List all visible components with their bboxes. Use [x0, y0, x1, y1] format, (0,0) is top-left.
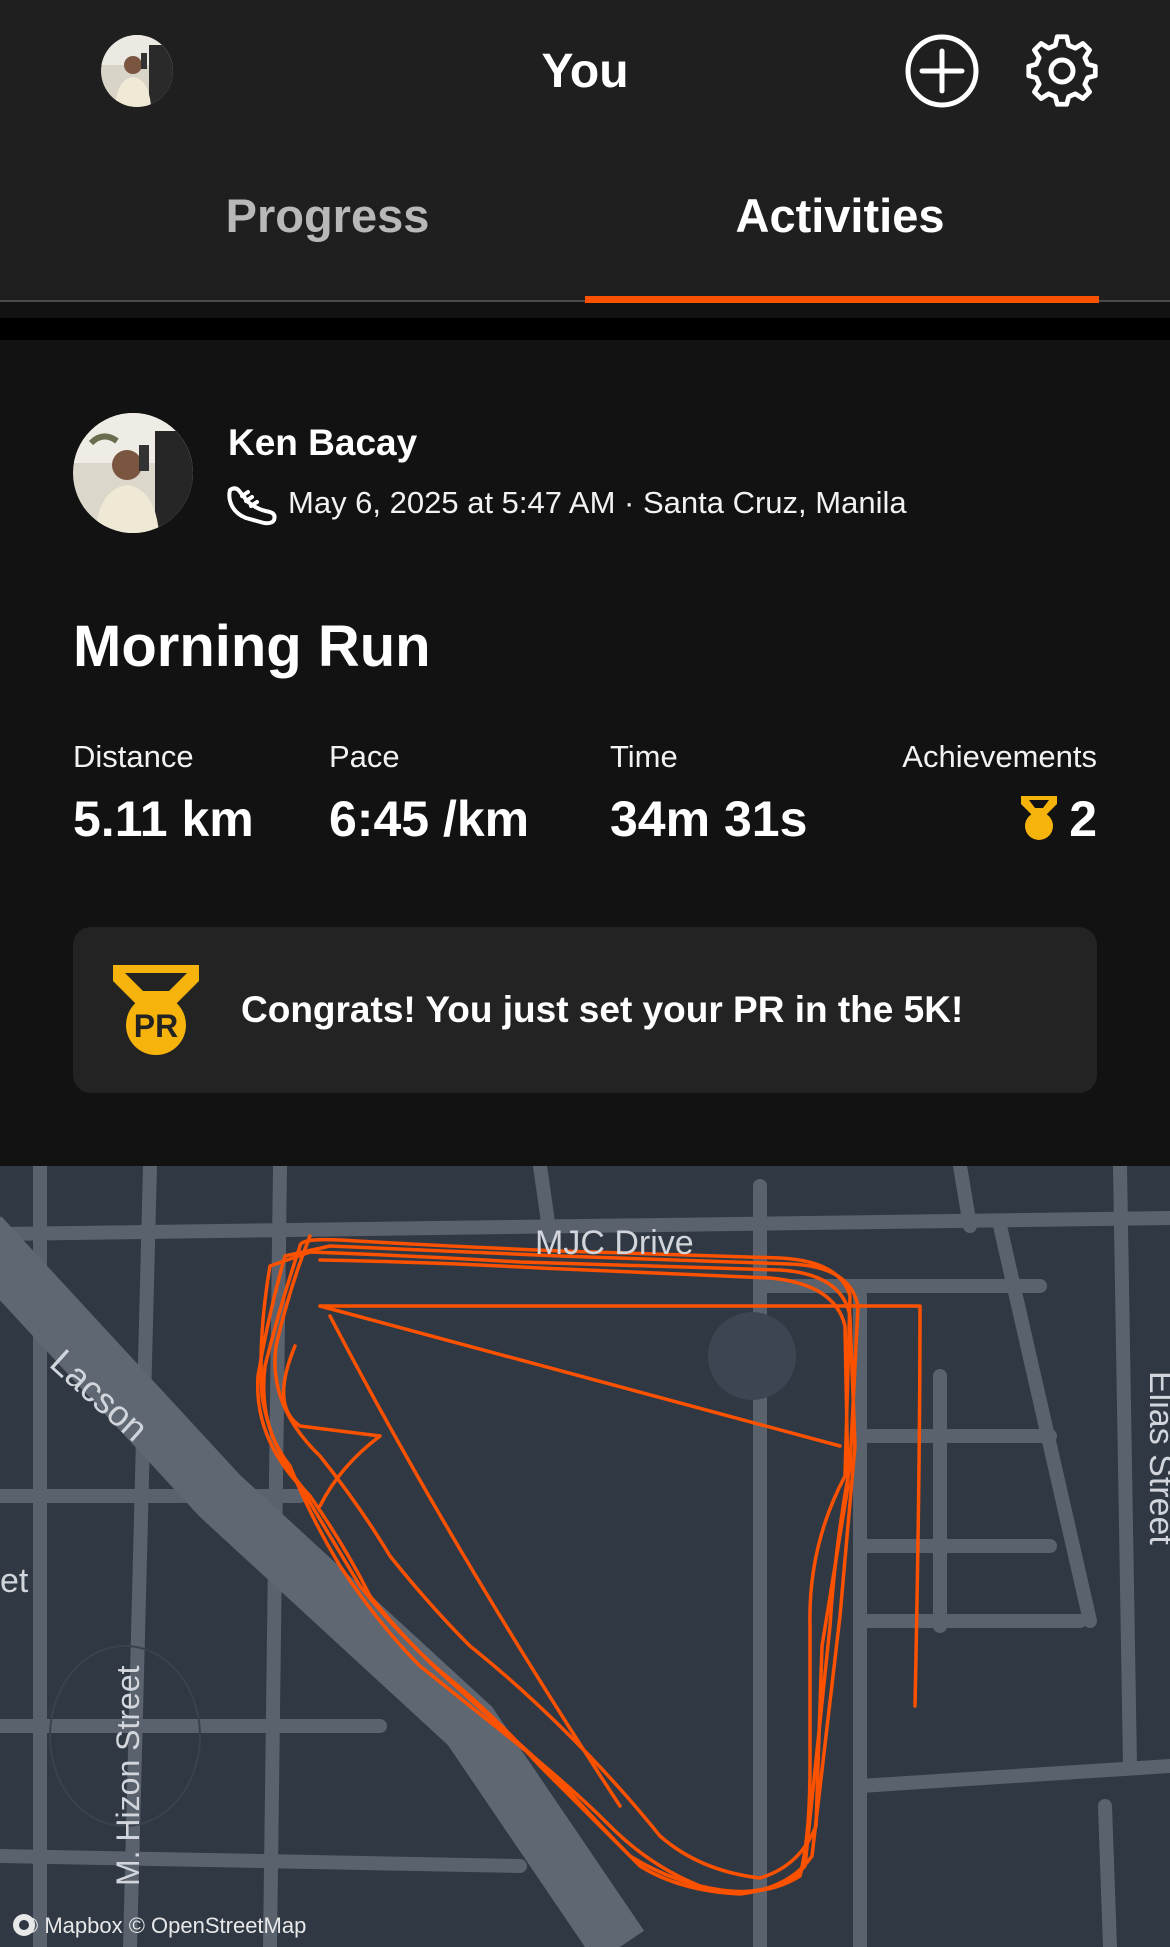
- tab-activities[interactable]: Activities: [585, 178, 1095, 254]
- street-label-elias-street: Elias Street: [1142, 1371, 1170, 1545]
- route-map[interactable]: Lacson MJC Drive Elias Street M. Hizon S…: [0, 1166, 1170, 1947]
- street-label-m-hizon-street: M. Hizon Street: [110, 1665, 146, 1886]
- tab-progress[interactable]: Progress: [0, 178, 655, 254]
- street-label-partial: et: [0, 1562, 29, 1600]
- athlete-name[interactable]: Ken Bacay: [228, 417, 417, 469]
- active-tab-indicator: [585, 296, 1099, 303]
- section-separator: [0, 318, 1170, 340]
- stat-achievements-value: 2: [1069, 791, 1097, 847]
- pr-banner[interactable]: PR Congrats! You just set your PR in the…: [73, 927, 1097, 1093]
- page-title: You: [541, 45, 629, 98]
- add-activity-icon[interactable]: [904, 33, 980, 114]
- attribution-text: © Mapbox © OpenStreetMap: [22, 1913, 307, 1938]
- stat-distance-value: 5.11 km: [73, 791, 254, 847]
- stat-pace-value: 6:45 /km: [329, 791, 530, 847]
- stat-pace-label: Pace: [329, 739, 400, 774]
- settings-gear-icon[interactable]: [1024, 33, 1100, 114]
- stat-achievements-label: Achievements: [902, 739, 1097, 774]
- street-label-mjc-drive: MJC Drive: [535, 1224, 694, 1262]
- stat-time-label: Time: [610, 739, 678, 774]
- map-attribution[interactable]: © Mapbox © OpenStreetMap: [12, 1913, 306, 1939]
- activity-meta: May 6, 2025 at 5:47 AM · Santa Cruz, Man…: [288, 485, 907, 520]
- stat-achievements[interactable]: 2: [1017, 786, 1097, 852]
- svg-text:PR: PR: [134, 1008, 178, 1044]
- medal-icon: [1017, 792, 1061, 847]
- stat-time-value: 34m 31s: [610, 791, 808, 847]
- activity-title[interactable]: Morning Run: [73, 612, 431, 682]
- pr-medal-icon: PR: [109, 961, 203, 1062]
- run-shoe-icon: [226, 482, 278, 531]
- stat-distance-label: Distance: [73, 739, 194, 774]
- pr-message: Congrats! You just set your PR in the 5K…: [241, 989, 964, 1030]
- athlete-avatar[interactable]: [73, 413, 193, 533]
